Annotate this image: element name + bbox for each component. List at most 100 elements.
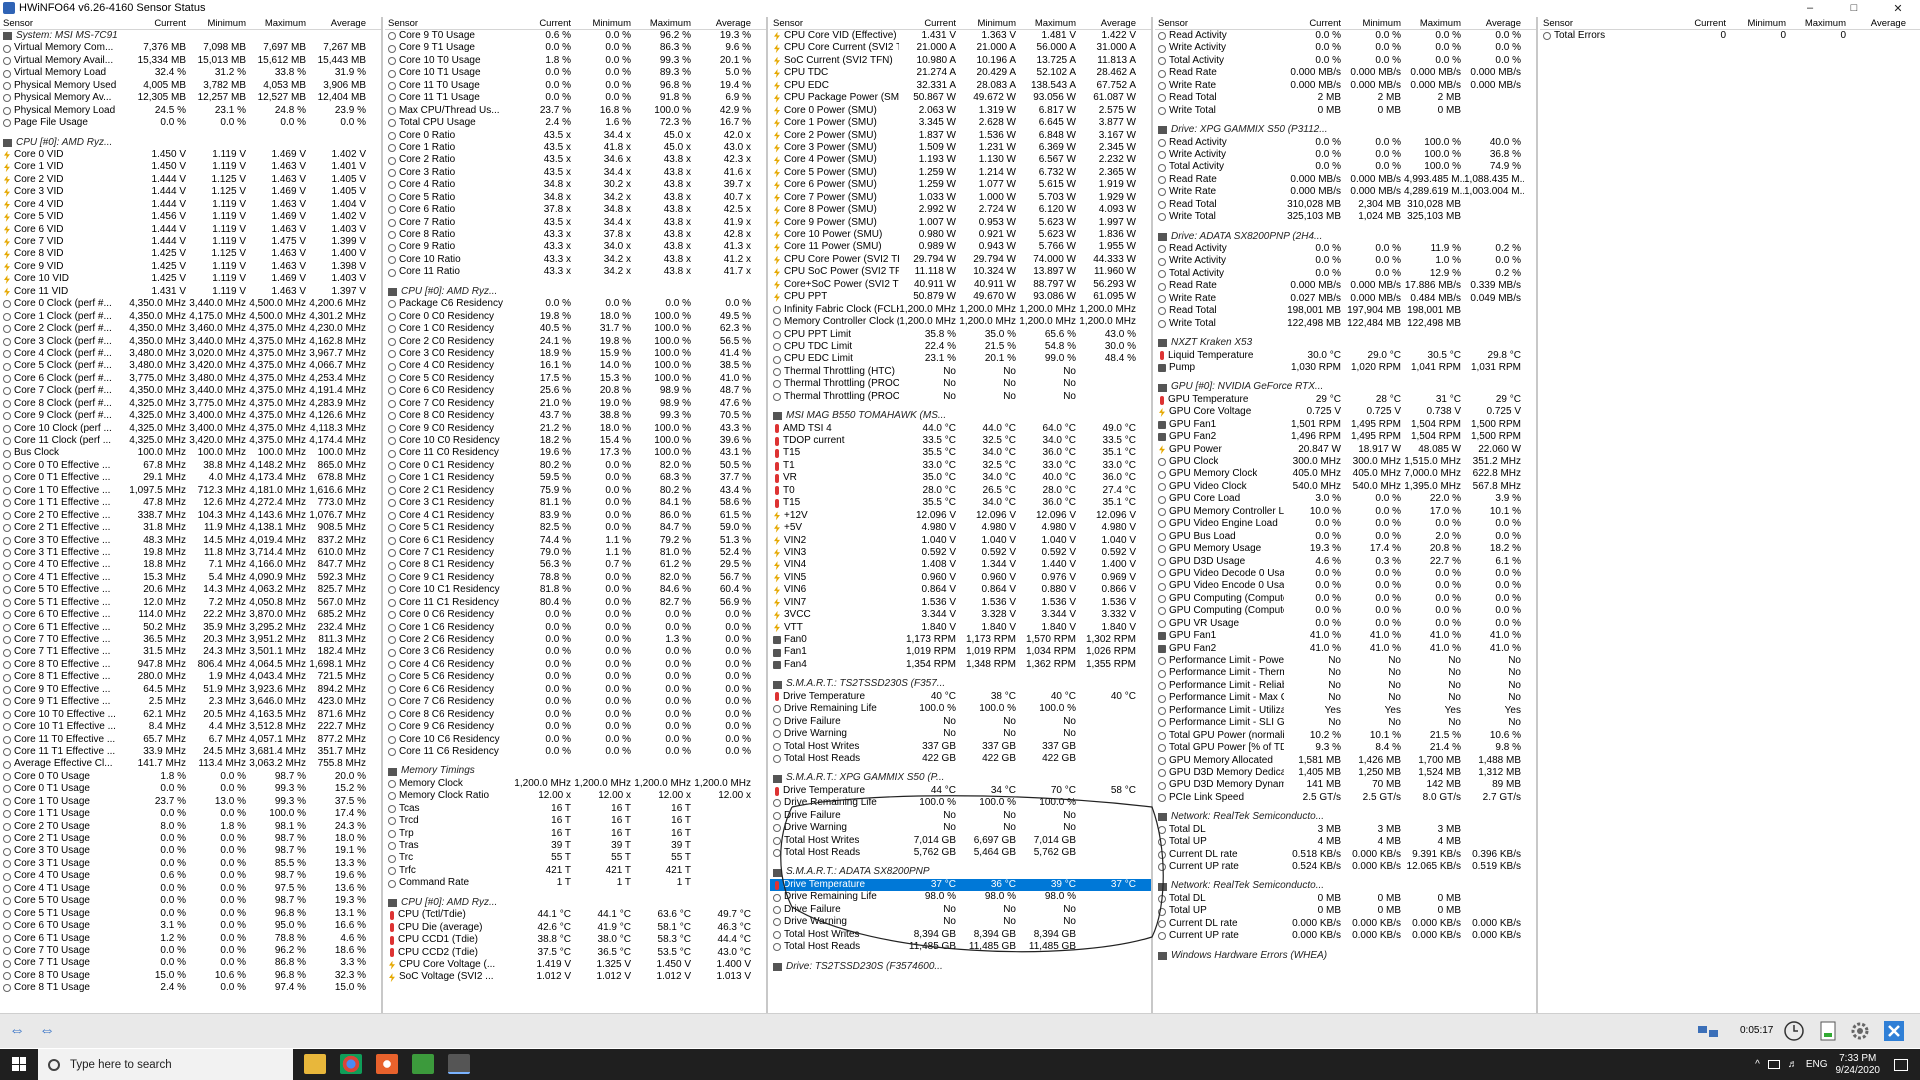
sensor-row[interactable]: Core 1 Power (SMU) 3.345 W 2.628 W 6.645 W3… bbox=[770, 117, 1151, 129]
sensor-panel-4[interactable]: Sensor Current Minimum Maximum Average Read A… bbox=[1155, 17, 1538, 1026]
sensor-row[interactable]: Core 0 Ratio 43.5 x 34.4 x 45.0 x 42.0 x bbox=[385, 130, 766, 142]
sensor-row[interactable]: GPU Memory Clock 405.0 MHz 405.0 MHz 7,000.… bbox=[1155, 468, 1536, 480]
sensor-row[interactable]: Fan1 1,019 RPM 1,019 RPM 1,034 RPM 1,026 RPM bbox=[770, 646, 1151, 658]
sensor-row[interactable]: Total DL 0 MB 0 MB 0 MB bbox=[1155, 893, 1536, 905]
sensor-row[interactable]: Core 2 C6 Residency 0.0 % 0.0 % 1.3 % 0.0 % bbox=[385, 634, 766, 646]
column-header-current[interactable]: Current bbox=[1284, 17, 1344, 29]
sensor-row[interactable]: Core 3 C1 Residency 81.1 % 0.0 % 84.1 % 58.6… bbox=[385, 497, 766, 509]
sensor-group-header[interactable]: Drive: TS2TSSD230S (F3574600... bbox=[770, 960, 1151, 973]
sensor-row[interactable]: Core 11 Power (SMU) 0.989 W 0.943 W 5.766 W… bbox=[770, 241, 1151, 253]
sensor-row[interactable]: Read Rate 0.000 MB/s 0.000 MB/s 17.886 MB/s… bbox=[1155, 280, 1536, 292]
column-header-current[interactable]: Current bbox=[514, 17, 574, 29]
sensor-row[interactable]: Core 7 T1 Effective ... 31.5 MHz 24.3 MHz 3… bbox=[0, 646, 381, 658]
sensor-row[interactable]: CPU Core Current (SVI2 TFN)21.000 A21.00… bbox=[770, 42, 1151, 54]
sensor-group-header[interactable]: S.M.A.R.T.: XPG GAMMIX S50 (P... bbox=[770, 772, 1151, 785]
sensor-row[interactable]: Core 2 VID 1.444 V 1.125 V 1.463 V 1.405 V bbox=[0, 174, 381, 186]
sensor-row[interactable]: Core 5 T1 Usage 0.0 % 0.0 % 96.8 % 13.1 % bbox=[0, 908, 381, 920]
sensor-row[interactable]: Write Total 0 MB 0 MB 0 MB bbox=[1155, 105, 1536, 117]
sensor-row[interactable]: Core 5 T1 Effective ... 12.0 MHz 7.2 MHz 4,… bbox=[0, 597, 381, 609]
sensor-row[interactable]: Core 5 C0 Residency 17.5 % 15.3 % 100.0 % 41… bbox=[385, 373, 766, 385]
sensor-row[interactable]: Core 5 VID 1.456 V 1.119 V 1.469 V 1.402 V bbox=[0, 211, 381, 223]
column-header-minimum[interactable]: Minimum bbox=[959, 17, 1019, 29]
sensor-row[interactable]: Total Activity 0.0 % 0.0 % 12.9 % 0.2 % bbox=[1155, 268, 1536, 280]
sensor-row[interactable]: Core 1 T0 Effective ... 1,097.5 MHz 712.3 … bbox=[0, 485, 381, 497]
sensor-row[interactable]: GPU Video Engine Load 0.0 % 0.0 % 0.0 % 0.0 … bbox=[1155, 518, 1536, 530]
sensor-row[interactable]: Read Total 198,001 MB 197,904 MB 198,001 MB bbox=[1155, 305, 1536, 317]
sensor-row[interactable]: Core 11 Ratio 43.3 x 34.2 x 43.8 x 41.7 x bbox=[385, 266, 766, 278]
sensor-row[interactable]: Write Rate 0.000 MB/s 0.000 MB/s 4,289.619 … bbox=[1155, 186, 1536, 198]
sensor-row[interactable]: Core 3 T0 Usage 0.0 % 0.0 % 98.7 % 19.1 % bbox=[0, 845, 381, 857]
sensor-row[interactable]: Performance Limit - UtilizationYesYesYes… bbox=[1155, 705, 1536, 717]
sensor-row[interactable]: Virtual Memory Avail... 15,334 MB 15,013 M… bbox=[0, 55, 381, 67]
sensor-row[interactable]: Core 3 Ratio 43.5 x 34.4 x 43.8 x 41.6 x bbox=[385, 167, 766, 179]
sensor-row[interactable]: Core 3 T1 Effective ... 19.8 MHz 11.8 MHz 3… bbox=[0, 547, 381, 559]
sensor-row[interactable]: Core 1 Ratio 43.5 x 41.8 x 45.0 x 43.0 x bbox=[385, 142, 766, 154]
sensor-row[interactable]: GPU Core Load 3.0 % 0.0 % 22.0 % 3.9 % bbox=[1155, 493, 1536, 505]
sensor-row[interactable]: Pump 1,030 RPM 1,020 RPM 1,041 RPM 1,031 RPM bbox=[1155, 362, 1536, 374]
sensor-row[interactable]: Core 0 Clock (perf #... 4,350.0 MHz 3,440.… bbox=[0, 298, 381, 310]
sensor-row[interactable]: Core 3 C6 Residency 0.0 % 0.0 % 0.0 % 0.0 % bbox=[385, 646, 766, 658]
sensor-row[interactable]: Fan4 1,354 RPM 1,348 RPM 1,362 RPM 1,355 RPM bbox=[770, 659, 1151, 671]
sensor-row[interactable]: Core 4 Ratio 34.8 x 30.2 x 43.8 x 39.7 x bbox=[385, 179, 766, 191]
sensor-row[interactable]: Core 4 T1 Usage 0.0 % 0.0 % 97.5 % 13.6 % bbox=[0, 883, 381, 895]
sensor-row[interactable]: GPU Computing (Compute_1) U...0.0 %0.0 %… bbox=[1155, 605, 1536, 617]
sensor-row[interactable]: Performance Limit - Max Operati...NoNoNo… bbox=[1155, 692, 1536, 704]
sensor-group-header[interactable]: S.M.A.R.T.: ADATA SX8200PNP bbox=[770, 866, 1151, 879]
sensor-row[interactable]: Core 10 T0 Usage 1.8 % 0.0 % 99.3 % 20.1 % bbox=[385, 55, 766, 67]
sensor-row[interactable]: Core 11 VID 1.431 V 1.119 V 1.463 V 1.397 V bbox=[0, 286, 381, 298]
sensor-row[interactable]: Physical Memory Used 4,005 MB 3,782 MB 4,05… bbox=[0, 80, 381, 92]
sensor-row[interactable]: Thermal Throttling (PROCHOT E...NoNoNo bbox=[770, 391, 1151, 403]
close-button[interactable]: ✕ bbox=[1876, 0, 1920, 16]
sensor-row[interactable]: Core 1 C6 Residency 0.0 % 0.0 % 0.0 % 0.0 % bbox=[385, 622, 766, 634]
sensor-row[interactable]: Core 1 T0 Usage 23.7 % 13.0 % 99.3 % 37.5 % bbox=[0, 796, 381, 808]
sensor-row[interactable]: CPU EDC Limit 23.1 % 20.1 % 99.0 % 48.4 % bbox=[770, 353, 1151, 365]
sensor-row[interactable]: Drive Failure No No No bbox=[770, 810, 1151, 822]
sensor-row[interactable]: Total Host Writes 337 GB 337 GB 337 GB bbox=[770, 741, 1151, 753]
sensor-row[interactable]: Total Activity 0.0 % 0.0 % 0.0 % 0.0 % bbox=[1155, 55, 1536, 67]
sensor-row[interactable]: Read Rate 0.000 MB/s 0.000 MB/s 0.000 MB/s 0… bbox=[1155, 67, 1536, 79]
sensor-row[interactable]: Core 7 Power (SMU) 1.033 W 1.000 W 5.703 W1… bbox=[770, 192, 1151, 204]
sensor-row[interactable]: CPU (Tctl/Tdie) 44.1 °C 44.1 °C 63.6 °C 49.7… bbox=[385, 909, 766, 921]
sensor-row[interactable]: Total Host Reads 422 GB 422 GB 422 GB bbox=[770, 753, 1151, 765]
sensor-row[interactable]: Current UP rate 0.524 KB/s 0.000 KB/s 12.06… bbox=[1155, 861, 1536, 873]
column-header-maximum[interactable]: Maximum bbox=[1019, 17, 1079, 29]
sensor-row[interactable]: Core 10 Power (SMU) 0.980 W 0.921 W 5.623 W… bbox=[770, 229, 1151, 241]
sensor-row[interactable]: Core 8 Power (SMU) 2.992 W 2.724 W 6.120 W4… bbox=[770, 204, 1151, 216]
sensor-row[interactable]: Core 10 C6 Residency 0.0 % 0.0 % 0.0 % 0.0 % bbox=[385, 734, 766, 746]
sensor-row[interactable]: Core 5 T0 Usage 0.0 % 0.0 % 98.7 % 19.3 % bbox=[0, 895, 381, 907]
sensor-row[interactable]: Core 4 T0 Effective ... 18.8 MHz 7.1 MHz 4,… bbox=[0, 559, 381, 571]
sensor-row[interactable]: Core 4 Power (SMU) 1.193 W 1.130 W 6.567 W2… bbox=[770, 154, 1151, 166]
sensor-row[interactable]: CPU Die (average) 42.6 °C 41.9 °C 58.1 °C 46… bbox=[385, 922, 766, 934]
column-header-sensor[interactable]: Sensor bbox=[1155, 17, 1284, 29]
exit-close-icon[interactable] bbox=[1880, 1018, 1908, 1044]
sensor-row[interactable]: Core 8 VID 1.425 V 1.125 V 1.463 V 1.400 V bbox=[0, 248, 381, 260]
sensor-row[interactable]: Core 1 C1 Residency 59.5 % 0.0 % 68.3 % 37.7… bbox=[385, 472, 766, 484]
sensor-row[interactable]: VIN7 1.536 V 1.536 V 1.536 V 1.536 V bbox=[770, 597, 1151, 609]
sensor-row[interactable]: Core 2 Ratio 43.5 x 34.6 x 43.8 x 42.3 x bbox=[385, 154, 766, 166]
sensor-row[interactable]: Core 0 Power (SMU) 2.063 W 1.319 W 6.817 W2… bbox=[770, 105, 1151, 117]
sensor-row[interactable]: GPU Memory Controller Load10.0 %0.0 %17.… bbox=[1155, 506, 1536, 518]
sensor-row[interactable]: Core 7 C6 Residency 0.0 % 0.0 % 0.0 % 0.0 % bbox=[385, 696, 766, 708]
sensor-row[interactable]: Core 6 Ratio 37.8 x 34.8 x 43.8 x 42.5 x bbox=[385, 204, 766, 216]
sensor-row[interactable]: Write Total 325,103 MB 1,024 MB 325,103 MB bbox=[1155, 211, 1536, 223]
sensor-row[interactable]: Core 7 C1 Residency 79.0 % 1.1 % 81.0 % 52.4… bbox=[385, 547, 766, 559]
sensor-row[interactable]: Total GPU Power [% of TDP] 9.3 % 8.4 % 21.4… bbox=[1155, 742, 1536, 754]
sensor-row[interactable]: VIN3 0.592 V 0.592 V 0.592 V 0.592 V bbox=[770, 547, 1151, 559]
sensor-group-header[interactable]: GPU [#0]: NVIDIA GeForce RTX... bbox=[1155, 381, 1536, 394]
sensor-row[interactable]: Core 11 C6 Residency 0.0 % 0.0 % 0.0 % 0.0 % bbox=[385, 746, 766, 758]
report-icon[interactable] bbox=[1814, 1018, 1842, 1044]
sensor-panel-3[interactable]: Sensor Current Minimum Maximum Average CPU Co… bbox=[770, 17, 1153, 1026]
sensor-row[interactable]: Total Host Writes 7,014 GB 6,697 GB 7,014 G… bbox=[770, 835, 1151, 847]
sensor-panel-5[interactable]: Sensor Current Minimum Maximum Average Total … bbox=[1540, 17, 1920, 1026]
sensor-row[interactable]: Total DL 3 MB 3 MB 3 MB bbox=[1155, 824, 1536, 836]
sensor-row[interactable]: Total UP 4 MB 4 MB 4 MB bbox=[1155, 836, 1536, 848]
sensor-row[interactable]: T15 35.5 °C 34.0 °C 36.0 °C 35.1 °C bbox=[770, 497, 1151, 509]
sensor-row[interactable]: Memory Clock 1,200.0 MHz 1,200.0 MHz 1,200.… bbox=[385, 778, 766, 790]
sensor-row[interactable]: VIN2 1.040 V 1.040 V 1.040 V 1.040 V bbox=[770, 535, 1151, 547]
sensor-row[interactable]: Core 10 T1 Effective ... 8.4 MHz 4.4 MHz 3,… bbox=[0, 721, 381, 733]
sensor-row[interactable]: CPU Package Power (SMU) 50.867 W 49.672 W9… bbox=[770, 92, 1151, 104]
sensor-row[interactable]: Core 11 T1 Usage 0.0 % 0.0 % 91.8 % 6.9 % bbox=[385, 92, 766, 104]
sensor-row[interactable]: Core 8 T1 Usage 2.4 % 0.0 % 97.4 % 15.0 % bbox=[0, 982, 381, 994]
sensor-row[interactable]: Core 2 T0 Usage 8.0 % 1.8 % 98.1 % 24.3 % bbox=[0, 821, 381, 833]
column-header-average[interactable]: Average bbox=[1849, 17, 1909, 29]
